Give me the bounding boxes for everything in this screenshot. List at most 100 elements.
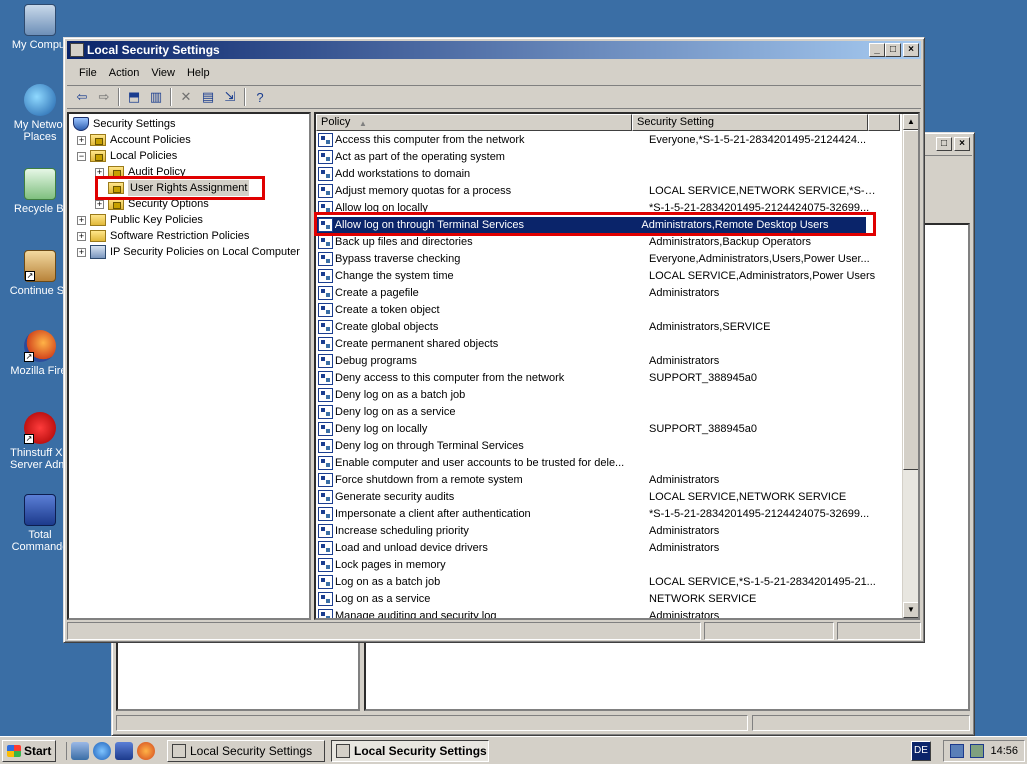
show-hide-tree-icon[interactable]: ▥ xyxy=(145,87,167,107)
minimize-button[interactable]: _ xyxy=(869,43,885,57)
background-status-cell-2 xyxy=(752,715,970,731)
policy-row[interactable]: Deny log on locally SUPPORT_388945a0 xyxy=(316,421,902,438)
expand-icon[interactable]: + xyxy=(77,215,86,225)
menu-file[interactable]: File xyxy=(73,67,103,79)
tree-node-security-options[interactable]: + Security Options xyxy=(95,196,209,212)
policy-icon xyxy=(318,201,333,215)
menu-view[interactable]: View xyxy=(145,67,181,79)
clock[interactable]: 14:56 xyxy=(990,745,1018,757)
policy-name: Generate security audits xyxy=(335,491,455,503)
policy-name: Deny log on as a batch job xyxy=(335,389,466,401)
policy-row[interactable]: Adjust memory quotas for a process LOCAL … xyxy=(316,183,902,200)
column-header-security-setting[interactable]: Security Setting xyxy=(632,114,868,131)
policy-row[interactable]: Bypass traverse checking Everyone,Adminis… xyxy=(316,251,902,268)
status-cell-3 xyxy=(837,622,921,640)
policy-row[interactable]: Manage auditing and security log Administ… xyxy=(316,608,902,618)
connection-tray-icon[interactable] xyxy=(970,744,985,758)
policy-row[interactable]: Allow log on through Terminal Services Ad… xyxy=(316,217,866,234)
network-tray-icon[interactable] xyxy=(950,744,965,758)
policy-list-pane[interactable]: Policy ▲ Security Setting Access this co… xyxy=(314,112,920,620)
policy-row[interactable]: Impersonate a client after authenticatio… xyxy=(316,506,902,523)
policy-name: Enable computer and user accounts to be … xyxy=(335,457,625,469)
tree-node-software-restriction-policies[interactable]: + Software Restriction Policies xyxy=(77,228,249,244)
folder-icon xyxy=(90,150,106,162)
policy-row[interactable]: Log on as a service NETWORK SERVICE xyxy=(316,591,902,608)
tree-node-audit-policy[interactable]: + Audit Policy xyxy=(95,164,185,180)
policy-row[interactable]: Create a pagefile Administrators xyxy=(316,285,902,302)
up-folder-icon[interactable]: ⬒ xyxy=(123,87,145,107)
background-maximize-button[interactable]: □ xyxy=(936,137,952,151)
forward-arrow-icon[interactable]: ⇨ xyxy=(93,87,115,107)
tree-node-account-policies[interactable]: + Account Policies xyxy=(77,132,191,148)
scroll-thumb[interactable] xyxy=(903,130,918,470)
tree-node-user-rights-assignment[interactable]: User Rights Assignment xyxy=(108,180,250,196)
policy-row[interactable]: Force shutdown from a remote system Admin… xyxy=(316,472,902,489)
delete-icon[interactable]: ✕ xyxy=(175,87,197,107)
policy-setting: LOCAL SERVICE,NETWORK SERVICE,*S-1-5... xyxy=(649,185,879,197)
properties-icon[interactable]: ▤ xyxy=(197,87,219,107)
menu-help[interactable]: Help xyxy=(181,67,216,79)
taskbar-button-local-security-settings-2[interactable]: Local Security Settings xyxy=(331,739,489,762)
policy-row[interactable]: Allow log on locally *S-1-5-21-2834201495… xyxy=(316,200,902,217)
expand-icon[interactable]: + xyxy=(77,231,86,241)
tree-node-security-settings[interactable]: Security Settings xyxy=(73,116,176,132)
expand-icon[interactable]: + xyxy=(95,199,104,209)
policy-row[interactable]: Deny log on as a batch job xyxy=(316,387,902,404)
policy-row[interactable]: Lock pages in memory xyxy=(316,557,902,574)
show-desktop-icon[interactable] xyxy=(71,741,89,760)
policy-row[interactable]: Act as part of the operating system xyxy=(316,149,902,166)
maximize-button[interactable]: □ xyxy=(885,43,901,57)
tree-node-ip-security-policies[interactable]: + IP Security Policies on Local Computer xyxy=(77,244,300,260)
policy-row[interactable]: Generate security audits LOCAL SERVICE,NE… xyxy=(316,489,902,506)
collapse-icon[interactable]: − xyxy=(77,151,86,161)
total-commander-quick-icon[interactable] xyxy=(115,741,133,760)
policy-icon xyxy=(318,524,333,538)
policy-row[interactable]: Log on as a batch job LOCAL SERVICE,*S-1-… xyxy=(316,574,902,591)
policy-icon xyxy=(318,235,333,249)
title-bar[interactable]: Local Security Settings _ □ × xyxy=(67,41,921,59)
policy-row[interactable]: Create a token object xyxy=(316,302,902,319)
back-arrow-icon[interactable]: ⇦ xyxy=(71,87,93,107)
vertical-scrollbar[interactable]: ▲ ▼ xyxy=(902,114,918,618)
policy-row[interactable]: Back up files and directories Administrat… xyxy=(316,234,902,251)
taskbar-button-local-security-settings-1[interactable]: Local Security Settings xyxy=(167,739,325,762)
language-indicator[interactable]: DE xyxy=(911,741,931,761)
tree-pane[interactable]: Security Settings + Account Policies − L… xyxy=(67,112,311,620)
policy-row[interactable]: Load and unload device drivers Administra… xyxy=(316,540,902,557)
policy-row[interactable]: Change the system time LOCAL SERVICE,Admi… xyxy=(316,268,902,285)
policy-row[interactable]: Create permanent shared objects xyxy=(316,336,902,353)
help-icon[interactable]: ? xyxy=(249,87,271,107)
menu-action[interactable]: Action xyxy=(103,67,146,79)
start-button[interactable]: Start xyxy=(2,739,56,762)
firefox-quick-icon[interactable] xyxy=(137,741,155,760)
policy-row[interactable]: Access this computer from the network Eve… xyxy=(316,132,902,149)
expand-icon[interactable]: + xyxy=(77,247,86,257)
policy-row[interactable]: Deny access to this computer from the ne… xyxy=(316,370,902,387)
policy-setting: LOCAL SERVICE,*S-1-5-21-2834201495-21... xyxy=(649,576,876,588)
policy-row[interactable]: Create global objects Administrators,SERV… xyxy=(316,319,902,336)
system-tray: 14:56 xyxy=(943,740,1025,762)
policy-row[interactable]: Deny log on through Terminal Services xyxy=(316,438,902,455)
tree-node-public-key-policies[interactable]: + Public Key Policies xyxy=(77,212,203,228)
tree-node-local-policies[interactable]: − Local Policies xyxy=(77,148,177,164)
shortcut-arrow-icon: ↗ xyxy=(25,271,35,281)
policy-setting: Administrators,Backup Operators xyxy=(649,236,812,248)
expand-icon[interactable]: + xyxy=(77,135,86,145)
policy-name: Deny log on through Terminal Services xyxy=(335,440,524,452)
scroll-up-button[interactable]: ▲ xyxy=(903,114,918,130)
export-list-icon[interactable]: ⇲ xyxy=(219,87,241,107)
close-button[interactable]: × xyxy=(903,43,919,57)
policy-row[interactable]: Increase scheduling priority Administrato… xyxy=(316,523,902,540)
window-app-icon xyxy=(70,43,84,57)
policy-row[interactable]: Debug programs Administrators xyxy=(316,353,902,370)
expand-icon[interactable]: + xyxy=(95,167,104,177)
policy-row[interactable]: Add workstations to domain xyxy=(316,166,902,183)
scroll-down-button[interactable]: ▼ xyxy=(903,602,918,618)
shortcut-arrow-icon: ↗ xyxy=(24,434,34,444)
column-header-policy[interactable]: Policy ▲ xyxy=(316,114,632,131)
policy-row[interactable]: Deny log on as a service xyxy=(316,404,902,421)
policy-row[interactable]: Enable computer and user accounts to be … xyxy=(316,455,902,472)
background-close-button[interactable]: × xyxy=(954,137,970,151)
internet-explorer-icon[interactable] xyxy=(93,741,111,760)
policy-icon xyxy=(318,167,333,181)
